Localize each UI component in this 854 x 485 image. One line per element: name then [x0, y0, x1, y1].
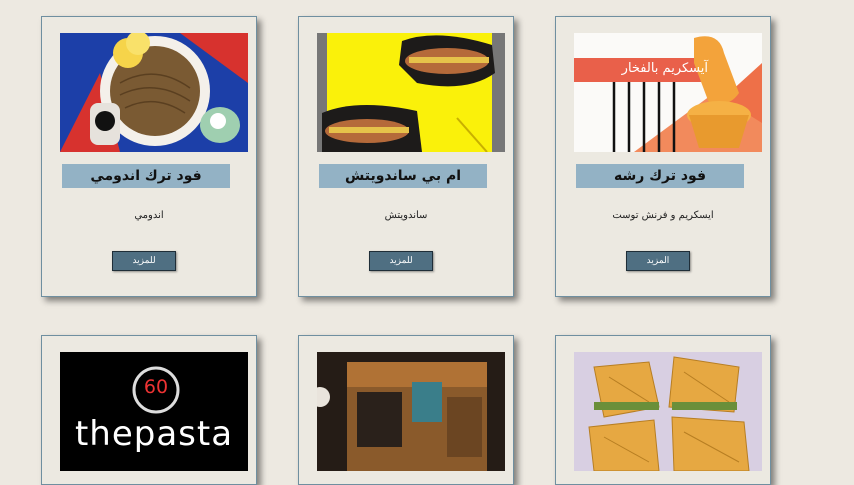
food-truck-card-waffle [555, 335, 771, 485]
card-description: ساندويتش [384, 210, 428, 221]
sandwich-image [317, 33, 505, 152]
more-button[interactable]: للمزيد [369, 251, 433, 271]
card-title: فود ترك رشه [576, 164, 744, 188]
card-description: اندومي [134, 210, 164, 221]
card-description: ايسكريم و فرنش توست [612, 210, 714, 221]
card-title: ام بي ساندويتش [319, 164, 487, 188]
food-truck-card-mb-sandwich: ام بي ساندويتش ساندويتش للمزيد [298, 16, 514, 297]
food-truck-card-truck [298, 335, 514, 485]
the-pasta-logo-image: 60 thepasta [60, 352, 248, 471]
logo-number: 60 [143, 376, 169, 398]
food-truck-card-rasha: آيسكريم بالفخار فود ترك رشه ايسكريم و فر… [555, 16, 771, 297]
food-truck-card-indomie: فود ترك اندومي اندومي للمزيد [41, 16, 257, 297]
ice-cream-image: آيسكريم بالفخار [574, 33, 762, 152]
card-title: فود ترك اندومي [62, 164, 230, 188]
truck-image [317, 352, 505, 471]
image-caption: آيسكريم بالفخار [621, 61, 708, 76]
food-truck-card-the-pasta: 60 thepasta [41, 335, 257, 485]
waffle-image [574, 352, 762, 471]
more-button[interactable]: المزيد [626, 251, 690, 271]
indomie-image [60, 33, 248, 152]
logo-text: thepasta [74, 414, 234, 454]
more-button[interactable]: للمزيد [112, 251, 176, 271]
